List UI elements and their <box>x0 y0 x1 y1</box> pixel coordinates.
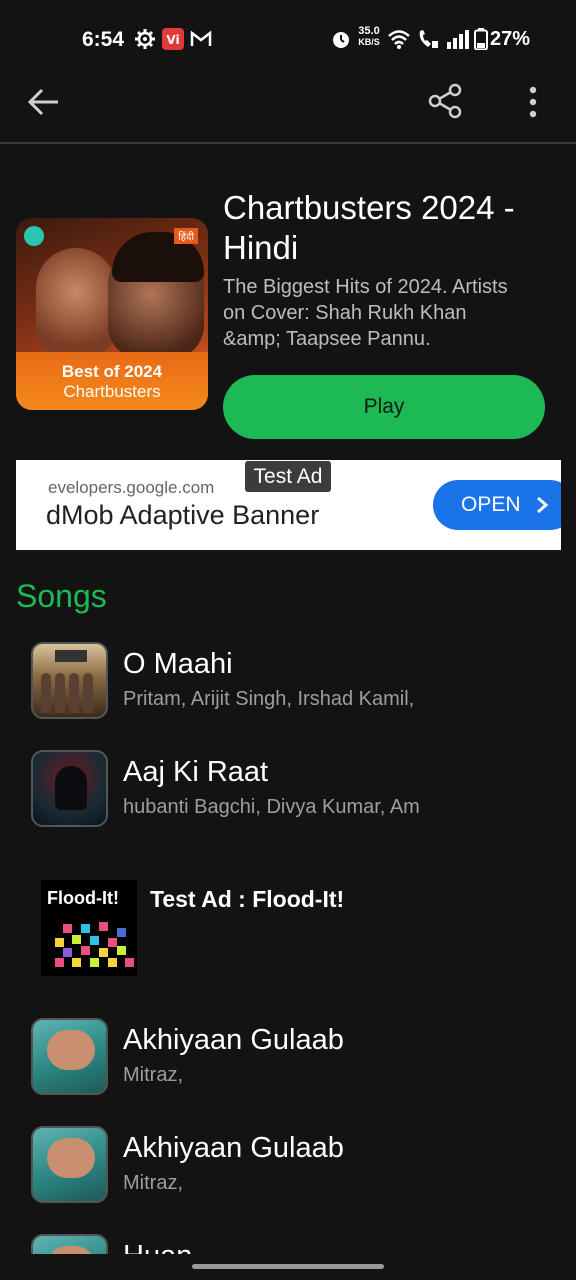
song-row[interactable]: Aaj Ki Raat hubanti Bagchi, Divya Kumar,… <box>0 750 576 840</box>
cover-figure-left <box>36 248 116 358</box>
play-button[interactable]: Play <box>223 375 545 439</box>
song-thumbnail <box>31 750 108 827</box>
playlist-description: The Biggest Hits of 2024. Artists on Cov… <box>223 276 508 350</box>
alarm-icon <box>333 32 349 48</box>
status-bar: 6:54 Vi 35.0 KB/S 27% <box>0 0 576 78</box>
ad-headline: dMob Adaptive Banner <box>46 500 320 530</box>
song-artist: hubanti Bagchi, Divya Kumar, Am <box>123 796 420 818</box>
home-indicator[interactable] <box>192 1264 384 1269</box>
chevron-right-icon <box>536 496 548 514</box>
wifi-calling-icon <box>419 30 438 48</box>
song-artist: Pritam, Arijit Singh, Irshad Kamil, <box>123 688 415 710</box>
ad-open-label: OPEN <box>461 493 521 516</box>
more-vertical-icon[interactable] <box>518 84 548 120</box>
share-icon[interactable] <box>426 82 464 120</box>
gmail-icon <box>190 30 212 46</box>
song-row[interactable]: O Maahi Pritam, Arijit Singh, Irshad Kam… <box>0 642 576 732</box>
net-speed-value: 35.0 <box>358 25 380 37</box>
cover-language-tag: हिंदी <box>174 228 198 244</box>
wifi-icon <box>388 30 410 49</box>
cover-text-line2: Chartbusters <box>63 382 161 401</box>
playlist-cover-image: हिंदी Best of 2024 Chartbusters <box>16 218 208 410</box>
song-thumbnail <box>31 1018 108 1095</box>
cover-text-line1: Best of 2024 <box>61 362 163 381</box>
song-title: Huan <box>123 1240 192 1254</box>
song-artist: Mitraz, <box>123 1064 183 1086</box>
native-ad-title: Test Ad : Flood-It! <box>150 886 345 912</box>
ad-open-button[interactable]: OPEN <box>433 480 561 530</box>
song-title: O Maahi <box>123 648 233 680</box>
net-speed-unit: KB/S <box>358 37 380 47</box>
app-bar <box>0 78 576 144</box>
ad-app-icon: Flood-It! <box>41 880 137 976</box>
gear-icon <box>135 29 155 49</box>
test-ad-label: Test Ad <box>245 461 331 492</box>
song-row[interactable]: Huan <box>0 1234 576 1254</box>
song-title: Akhiyaan Gulaab <box>123 1024 344 1056</box>
ad-icon-blocks <box>55 922 134 967</box>
song-thumbnail <box>31 1126 108 1203</box>
signal-icon <box>447 30 469 49</box>
song-row[interactable]: Akhiyaan Gulaab Mitraz, <box>0 1018 576 1108</box>
native-ad[interactable]: Flood-It! Test Ad : Flood-It! <box>0 876 576 986</box>
song-row[interactable]: Akhiyaan Gulaab Mitraz, <box>0 1126 576 1216</box>
song-title: Aaj Ki Raat <box>123 756 269 788</box>
battery-icon <box>474 28 488 50</box>
battery-percent: 27% <box>489 28 530 50</box>
status-time: 6:54 <box>82 28 125 51</box>
arrow-left-icon[interactable] <box>26 84 62 120</box>
jiosaavn-logo-icon <box>24 226 44 246</box>
songs-section-title: Songs <box>16 578 107 614</box>
playlist-title: Chartbusters 2024 - Hindi <box>223 189 515 266</box>
song-artist: Mitraz, <box>123 1172 183 1194</box>
ad-url: evelopers.google.com <box>48 478 215 497</box>
net-speed: 35.0 KB/S <box>354 26 384 48</box>
svg-text:Vi: Vi <box>166 33 179 47</box>
song-title: Akhiyaan Gulaab <box>123 1132 344 1164</box>
vi-app-icon: Vi <box>162 28 184 50</box>
song-thumbnail <box>31 1234 108 1254</box>
song-thumbnail <box>31 642 108 719</box>
